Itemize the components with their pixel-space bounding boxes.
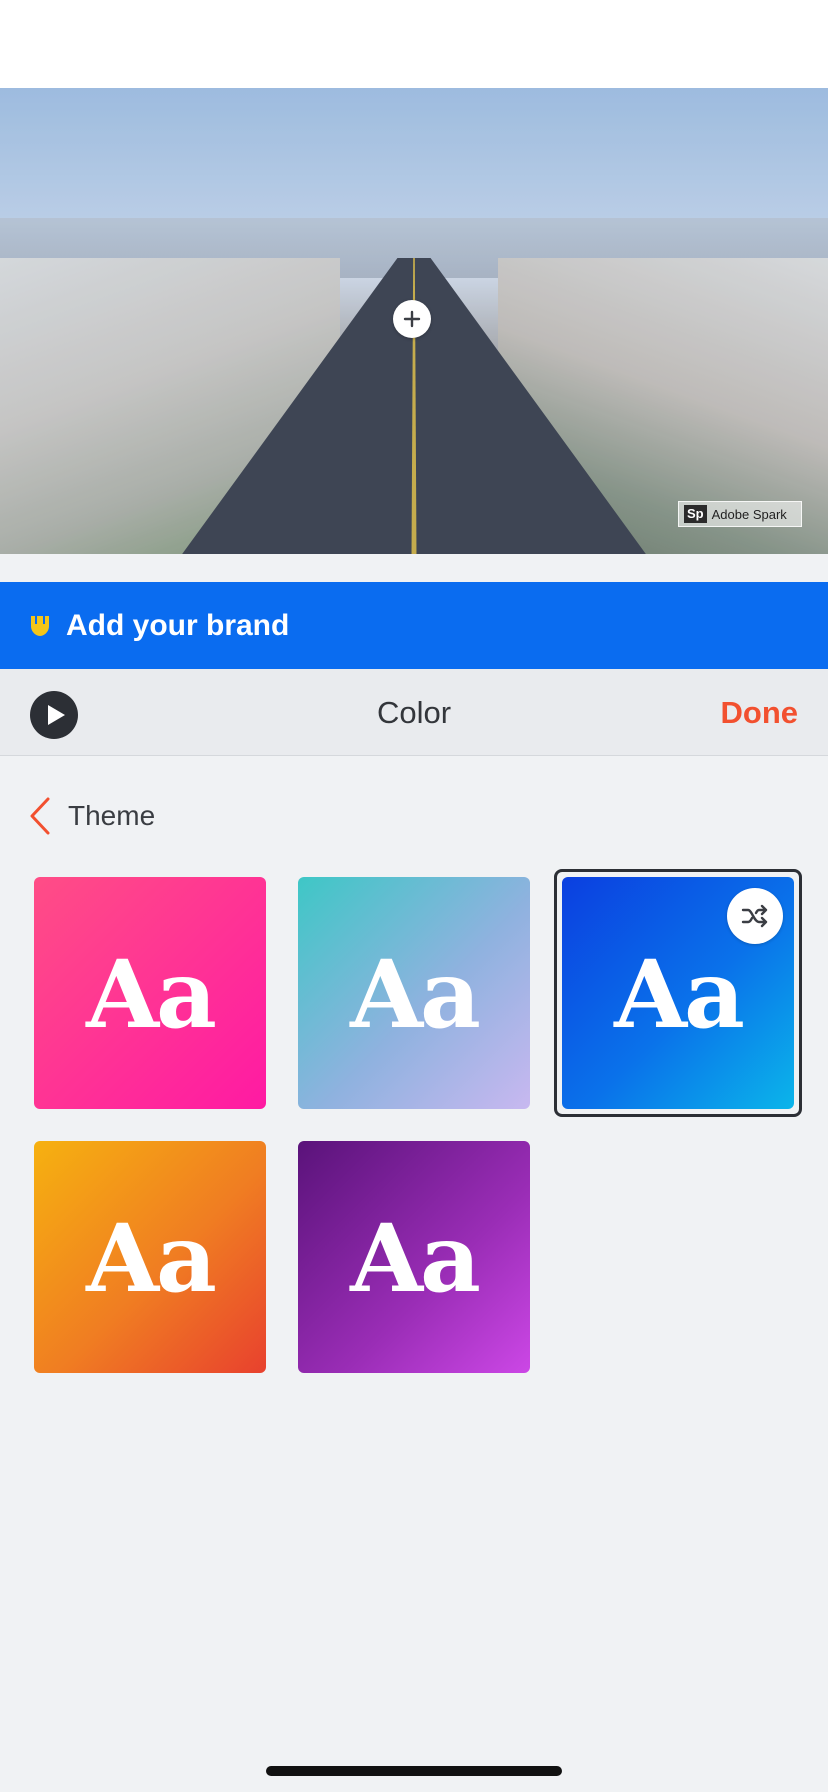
- video-preview[interactable]: Sp Adobe Spark: [0, 88, 828, 554]
- swatch-sample-text: Aa: [86, 940, 217, 1050]
- swatch-sample-text: Aa: [86, 1204, 217, 1314]
- theme-swatch-purple[interactable]: Aa: [298, 1141, 530, 1373]
- theme-swatch-teal[interactable]: Aa: [298, 877, 530, 1109]
- status-bar: [0, 0, 828, 88]
- home-indicator[interactable]: [266, 1766, 562, 1776]
- done-button[interactable]: Done: [721, 695, 799, 731]
- add-brand-label: Add your brand: [66, 608, 290, 642]
- adobe-spark-watermark: Sp Adobe Spark: [678, 501, 802, 527]
- swatch-sample-text: Aa: [614, 940, 745, 1050]
- add-brand-banner[interactable]: Add your brand: [0, 582, 828, 669]
- color-toolbar: Color Done: [0, 669, 828, 756]
- theme-back-button[interactable]: Theme: [28, 796, 155, 836]
- swatch-sample-text: Aa: [350, 940, 481, 1050]
- theme-swatch-orange[interactable]: Aa: [34, 1141, 266, 1373]
- shield-icon: [31, 615, 49, 636]
- add-media-button[interactable]: [393, 300, 431, 338]
- theme-swatch-pink[interactable]: Aa: [34, 877, 266, 1109]
- shuffle-icon: [741, 904, 768, 928]
- toolbar-title: Color: [376, 695, 452, 730]
- watermark-badge: Sp: [684, 505, 707, 523]
- shuffle-button[interactable]: [727, 888, 783, 944]
- chevron-left-icon: [30, 797, 50, 835]
- swatch-sample-text: Aa: [350, 1204, 481, 1314]
- watermark-text: Adobe Spark: [711, 506, 787, 522]
- theme-label: Theme: [68, 800, 156, 831]
- plus-icon: [403, 310, 421, 328]
